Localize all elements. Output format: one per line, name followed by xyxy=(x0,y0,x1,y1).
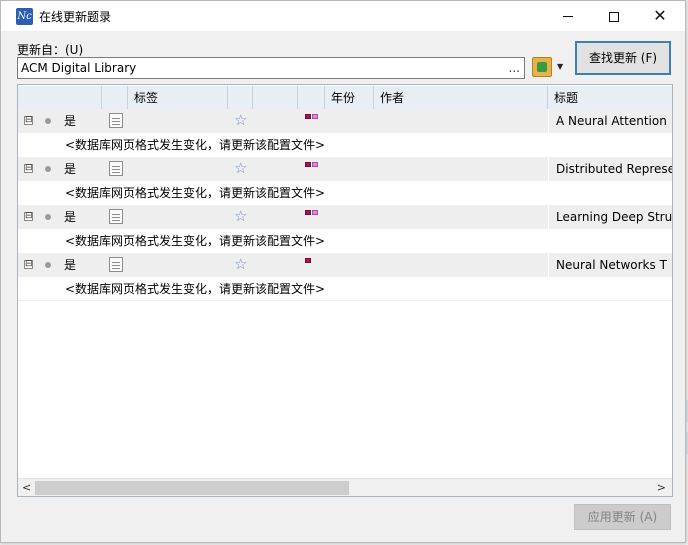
red-flag-icon xyxy=(305,162,311,167)
status-dot-icon xyxy=(45,262,51,268)
browse-ellipsis-button[interactable]: ... xyxy=(509,61,520,75)
close-icon: ✕ xyxy=(653,6,667,25)
reference-title: Distributed Represe xyxy=(556,162,673,176)
match-status: 是 xyxy=(64,114,77,128)
close-button[interactable]: ✕ xyxy=(637,1,683,31)
red-flag-icon xyxy=(305,258,311,263)
document-icon xyxy=(109,113,123,128)
reference-title: Neural Networks T xyxy=(556,258,667,272)
minimize-icon xyxy=(563,16,573,17)
apply-updates-button[interactable]: 应用更新 (A) xyxy=(574,504,671,530)
document-icon xyxy=(109,209,123,224)
database-source-value: ACM Digital Library xyxy=(21,61,137,75)
match-status: 是 xyxy=(64,258,77,272)
reference-title: A Neural Attention xyxy=(556,114,667,128)
collapse-icon[interactable]: ⊟ xyxy=(24,212,33,221)
scroll-right-icon[interactable]: > xyxy=(657,479,666,496)
database-picker-button[interactable]: ▼ xyxy=(530,55,566,79)
column-header-title[interactable]: 标题 xyxy=(548,86,672,110)
update-from-label: 更新自：(U) xyxy=(17,43,84,57)
star-icon[interactable]: ☆ xyxy=(234,207,247,225)
dropdown-arrow-icon: ▼ xyxy=(557,62,564,71)
table-row-message: <数据库网页格式发生变化，请更新该配置文件> xyxy=(18,133,672,157)
column-separator xyxy=(548,205,549,229)
table-row-message: <数据库网页格式发生变化，请更新该配置文件> xyxy=(18,181,672,205)
database-source-field[interactable]: ACM Digital Library ... xyxy=(17,57,525,79)
scroll-left-icon[interactable]: < xyxy=(22,479,31,496)
column-separator xyxy=(548,157,549,181)
table-row[interactable]: ⊟ 是 ☆ A Neural Attention xyxy=(18,109,672,133)
column-header-star[interactable] xyxy=(228,86,253,110)
pink-flag-icon xyxy=(312,114,318,119)
red-flag-icon xyxy=(305,114,311,119)
maximize-button[interactable] xyxy=(591,1,637,31)
table-row[interactable]: ⊟ 是 ☆ Learning Deep Stru xyxy=(18,205,672,229)
red-flag-icon xyxy=(305,210,311,215)
title-bar[interactable]: Nc 在线更新题录 ✕ xyxy=(1,1,685,31)
pink-flag-icon xyxy=(312,210,318,215)
app-logo-icon: Nc xyxy=(16,8,33,25)
column-header-blank[interactable] xyxy=(253,86,298,110)
collapse-icon[interactable]: ⊟ xyxy=(24,164,33,173)
column-header-expander[interactable] xyxy=(18,86,102,110)
database-icon xyxy=(532,57,552,77)
status-dot-icon xyxy=(45,166,51,172)
table-row-message: <数据库网页格式发生变化，请更新该配置文件> xyxy=(18,229,672,253)
update-message: <数据库网页格式发生变化，请更新该配置文件> xyxy=(65,234,326,248)
online-update-dialog: Nc 在线更新题录 ✕ 更新自：(U) ACM Digital Library … xyxy=(0,0,686,543)
status-dot-icon xyxy=(45,214,51,220)
scrollbar-thumb[interactable] xyxy=(35,481,349,495)
reference-title: Learning Deep Stru xyxy=(556,210,673,224)
collapse-icon[interactable]: ⊟ xyxy=(24,260,33,269)
pink-flag-icon xyxy=(312,162,318,167)
horizontal-scrollbar[interactable]: < > xyxy=(18,478,672,496)
table-row[interactable]: ⊟ 是 ☆ Neural Networks T xyxy=(18,253,672,277)
column-header-flag[interactable] xyxy=(298,86,325,110)
column-separator xyxy=(548,253,549,277)
window-title: 在线更新题录 xyxy=(39,10,112,24)
star-icon[interactable]: ☆ xyxy=(234,111,247,129)
table-row-message: <数据库网页格式发生变化，请更新该配置文件> xyxy=(18,277,672,301)
table-row[interactable]: ⊟ 是 ☆ Distributed Represe xyxy=(18,157,672,181)
column-header-author[interactable]: 作者 xyxy=(374,86,548,110)
match-status: 是 xyxy=(64,210,77,224)
grid-header: 标签 年份 作者 标题 xyxy=(18,86,672,110)
column-header-year[interactable]: 年份 xyxy=(325,86,374,110)
collapse-icon[interactable]: ⊟ xyxy=(24,116,33,125)
column-separator xyxy=(548,109,549,133)
find-updates-button[interactable]: 查找更新 (F) xyxy=(575,41,671,75)
update-message: <数据库网页格式发生变化，请更新该配置文件> xyxy=(65,282,326,296)
minimize-button[interactable] xyxy=(545,1,591,31)
column-header-type[interactable] xyxy=(102,86,128,110)
update-message: <数据库网页格式发生变化，请更新该配置文件> xyxy=(65,186,326,200)
document-icon xyxy=(109,161,123,176)
maximize-icon xyxy=(609,11,619,22)
status-dot-icon xyxy=(45,118,51,124)
star-icon[interactable]: ☆ xyxy=(234,159,247,177)
star-icon[interactable]: ☆ xyxy=(234,255,247,273)
column-header-label[interactable]: 标签 xyxy=(128,86,228,110)
match-status: 是 xyxy=(64,162,77,176)
update-message: <数据库网页格式发生变化，请更新该配置文件> xyxy=(65,138,326,152)
document-icon xyxy=(109,257,123,272)
reference-grid[interactable]: 标签 年份 作者 标题 ⊟ 是 ☆ A Neural Attention <数据… xyxy=(17,84,673,497)
